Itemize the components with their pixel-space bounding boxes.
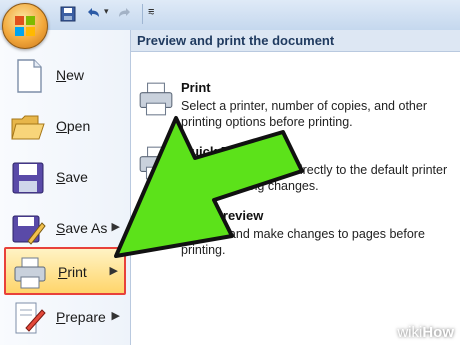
- option-description: Preview and make changes to pages before…: [181, 227, 425, 257]
- office-button[interactable]: [2, 3, 48, 49]
- submenu-option-quick-print[interactable]: Quick Print Send the document directly t…: [131, 142, 460, 200]
- option-title: Print Preview: [181, 208, 264, 223]
- save-as-icon: [12, 215, 46, 245]
- submenu-option-print-preview[interactable]: Print Preview Preview and make changes t…: [131, 206, 460, 264]
- menu-item-open[interactable]: Open: [4, 103, 126, 151]
- office-logo-icon: [15, 16, 35, 36]
- print-preview-icon: [142, 210, 172, 244]
- submenu-arrow-icon: ▶: [111, 310, 120, 322]
- submenu-arrow-icon: ▶: [109, 265, 118, 277]
- menu-item-label: Prepare: [56, 309, 106, 325]
- redo-icon[interactable]: [116, 5, 134, 23]
- submenu-option-print[interactable]: Print Select a printer, number of copies…: [131, 78, 460, 136]
- menu-item-label: Print: [58, 264, 87, 280]
- menu-item-label: Save As: [56, 220, 108, 236]
- menu-item-print[interactable]: Print ▶: [4, 247, 126, 295]
- menu-item-label: Open: [56, 118, 91, 134]
- menu-item-label: Save: [56, 169, 88, 185]
- print-submenu: Preview and print the document Print Sel…: [131, 30, 460, 345]
- toolbar-divider: [142, 4, 143, 24]
- quick-access-toolbar: ▾ ⩳: [0, 0, 460, 31]
- menu-item-label: New: [56, 67, 85, 83]
- wikihow-watermark: wikiHow: [397, 324, 454, 341]
- menu-item-prepare[interactable]: Prepare ▶: [4, 294, 126, 342]
- undo-icon[interactable]: [84, 5, 102, 23]
- open-folder-icon: [11, 115, 45, 140]
- submenu-heading: Preview and print the document: [131, 30, 460, 52]
- customize-toolbar-icon[interactable]: ⩳: [148, 6, 154, 19]
- new-document-icon: [17, 59, 42, 93]
- menu-command-list: New Open Save Save As ▶ Print ▶ Prepare …: [0, 30, 131, 345]
- option-description: Select a printer, number of copies, and …: [181, 99, 427, 129]
- watermark-part-b: How: [422, 324, 454, 341]
- menu-item-save[interactable]: Save: [4, 154, 126, 202]
- printer-icon: [139, 82, 173, 116]
- printer-icon: [14, 257, 46, 289]
- submenu-arrow-icon: ▶: [111, 221, 120, 233]
- menu-item-new[interactable]: New: [4, 52, 126, 100]
- prepare-document-icon: [15, 302, 46, 334]
- save-disk-icon: [12, 162, 44, 194]
- save-icon[interactable]: [60, 6, 76, 22]
- option-title: Quick Print: [181, 144, 251, 159]
- option-description: Send the document directly to the defaul…: [181, 163, 448, 193]
- option-title: Print: [181, 80, 211, 95]
- quick-print-icon: [139, 145, 173, 180]
- office-menu: New Open Save Save As ▶ Print ▶ Prepare …: [0, 30, 460, 345]
- menu-item-save-as[interactable]: Save As ▶: [4, 205, 126, 253]
- undo-dropdown-icon[interactable]: ▾: [104, 6, 109, 17]
- watermark-part-a: wiki: [397, 324, 423, 341]
